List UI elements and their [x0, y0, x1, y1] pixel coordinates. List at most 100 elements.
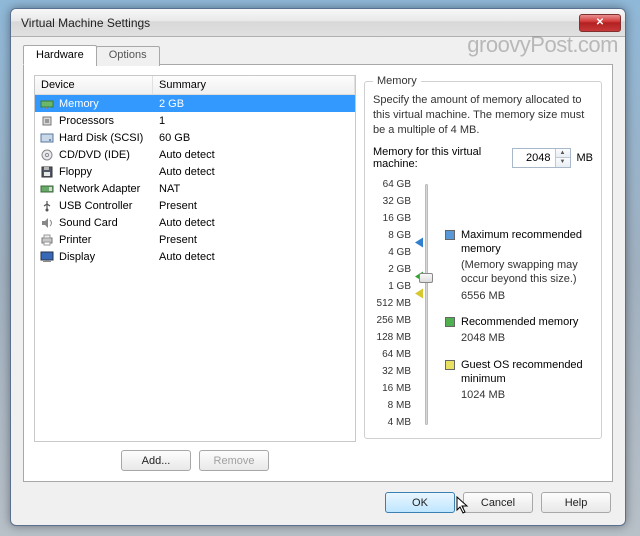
tick-label: 16 MB [373, 384, 411, 401]
tick-label: 1 GB [373, 282, 411, 299]
nic-icon [38, 182, 56, 196]
display-icon [38, 250, 56, 264]
device-summary: NAT [153, 183, 355, 195]
tab-panel: Device Summary Memory2 GBProcessors1Hard… [23, 64, 613, 482]
remove-button: Remove [199, 450, 269, 471]
printer-icon [38, 233, 56, 247]
list-item[interactable]: DisplayAuto detect [35, 248, 355, 265]
list-item[interactable]: USB ControllerPresent [35, 197, 355, 214]
rec-value: 2048 MB [461, 331, 578, 345]
tick-label: 4 MB [373, 418, 411, 435]
titlebar: Virtual Machine Settings ✕ [11, 9, 625, 37]
memory-input[interactable] [513, 149, 555, 167]
square-green-icon [445, 317, 455, 327]
col-summary[interactable]: Summary [153, 76, 355, 94]
list-item[interactable]: FloppyAuto detect [35, 163, 355, 180]
device-name: Processors [56, 115, 153, 127]
device-name: USB Controller [56, 200, 153, 212]
device-name: CD/DVD (IDE) [56, 149, 153, 161]
memory-unit: MB [577, 152, 594, 164]
memory-slider[interactable] [417, 180, 435, 435]
detail-column: Memory Specify the amount of memory allo… [364, 75, 602, 471]
device-summary: Auto detect [153, 251, 355, 263]
device-name: Memory [56, 98, 153, 110]
device-name: Floppy [56, 166, 153, 178]
max-value: 6556 MB [461, 289, 593, 303]
tick-label: 512 MB [373, 299, 411, 316]
list-item[interactable]: Hard Disk (SCSI)60 GB [35, 129, 355, 146]
cancel-button[interactable]: Cancel [463, 492, 533, 513]
help-button[interactable]: Help [541, 492, 611, 513]
tick-label: 64 GB [373, 180, 411, 197]
list-item[interactable]: PrinterPresent [35, 231, 355, 248]
device-column: Device Summary Memory2 GBProcessors1Hard… [34, 75, 356, 471]
usb-icon [38, 199, 56, 213]
tick-label: 8 GB [373, 231, 411, 248]
tab-hardware[interactable]: Hardware [23, 45, 97, 65]
memory-legend: Memory [373, 75, 421, 87]
slider-ticks: 64 GB32 GB16 GB8 GB4 GB2 GB1 GB512 MB256… [373, 180, 411, 435]
add-button[interactable]: Add... [121, 450, 191, 471]
settings-window: Virtual Machine Settings ✕ Hardware Opti… [10, 8, 626, 526]
memory-icon [38, 97, 56, 111]
max-title: Maximum recommended memory [461, 228, 593, 257]
close-button[interactable]: ✕ [579, 14, 621, 32]
tick-label: 128 MB [373, 333, 411, 350]
list-item[interactable]: Processors1 [35, 112, 355, 129]
device-summary: Auto detect [153, 217, 355, 229]
device-name: Network Adapter [56, 183, 153, 195]
slider-thumb[interactable] [419, 273, 433, 283]
tick-label: 4 GB [373, 248, 411, 265]
list-item[interactable]: CD/DVD (IDE)Auto detect [35, 146, 355, 163]
window-title: Virtual Machine Settings [21, 16, 579, 30]
tick-label: 64 MB [373, 350, 411, 367]
floppy-icon [38, 165, 56, 179]
tick-label: 32 GB [373, 197, 411, 214]
memory-desc: Specify the amount of memory allocated t… [373, 93, 593, 138]
dialog-footer: OK Cancel Help [385, 492, 611, 513]
tick-label: 16 GB [373, 214, 411, 231]
sound-icon [38, 216, 56, 230]
list-item[interactable]: Memory2 GB [35, 95, 355, 112]
max-note: (Memory swapping may occur beyond this s… [461, 258, 593, 287]
spin-up-icon[interactable]: ▲ [556, 149, 570, 159]
memory-group: Memory Specify the amount of memory allo… [364, 75, 602, 439]
max-marker-icon [415, 237, 423, 247]
device-name: Printer [56, 234, 153, 246]
col-device[interactable]: Device [35, 76, 153, 94]
device-name: Sound Card [56, 217, 153, 229]
spin-down-icon[interactable]: ▼ [556, 158, 570, 167]
square-blue-icon [445, 230, 455, 240]
device-name: Display [56, 251, 153, 263]
tick-label: 8 MB [373, 401, 411, 418]
device-summary: 1 [153, 115, 355, 127]
device-summary: Auto detect [153, 149, 355, 161]
list-item[interactable]: Network AdapterNAT [35, 180, 355, 197]
tabs: Hardware Options [23, 45, 613, 65]
device-summary: Present [153, 200, 355, 212]
tick-label: 32 MB [373, 367, 411, 384]
tick-label: 256 MB [373, 316, 411, 333]
list-header: Device Summary [35, 76, 355, 95]
memory-spinner[interactable]: ▲ ▼ [512, 148, 571, 168]
device-summary: 2 GB [153, 98, 355, 110]
device-list: Device Summary Memory2 GBProcessors1Hard… [34, 75, 356, 442]
hdd-icon [38, 131, 56, 145]
min-marker-icon [415, 288, 423, 298]
memory-legend-list: Maximum recommended memory (Memory swapp… [441, 180, 593, 435]
tab-options[interactable]: Options [96, 46, 160, 66]
rec-title: Recommended memory [461, 315, 578, 329]
ok-button[interactable]: OK [385, 492, 455, 513]
min-value: 1024 MB [461, 388, 593, 402]
list-item[interactable]: Sound CardAuto detect [35, 214, 355, 231]
cd-icon [38, 148, 56, 162]
device-name: Hard Disk (SCSI) [56, 132, 153, 144]
cpu-icon [38, 114, 56, 128]
min-title: Guest OS recommended minimum [461, 358, 593, 387]
memory-label: Memory for this virtual machine: [373, 146, 506, 170]
device-summary: Auto detect [153, 166, 355, 178]
square-yellow-icon [445, 360, 455, 370]
device-summary: 60 GB [153, 132, 355, 144]
device-summary: Present [153, 234, 355, 246]
tick-label: 2 GB [373, 265, 411, 282]
